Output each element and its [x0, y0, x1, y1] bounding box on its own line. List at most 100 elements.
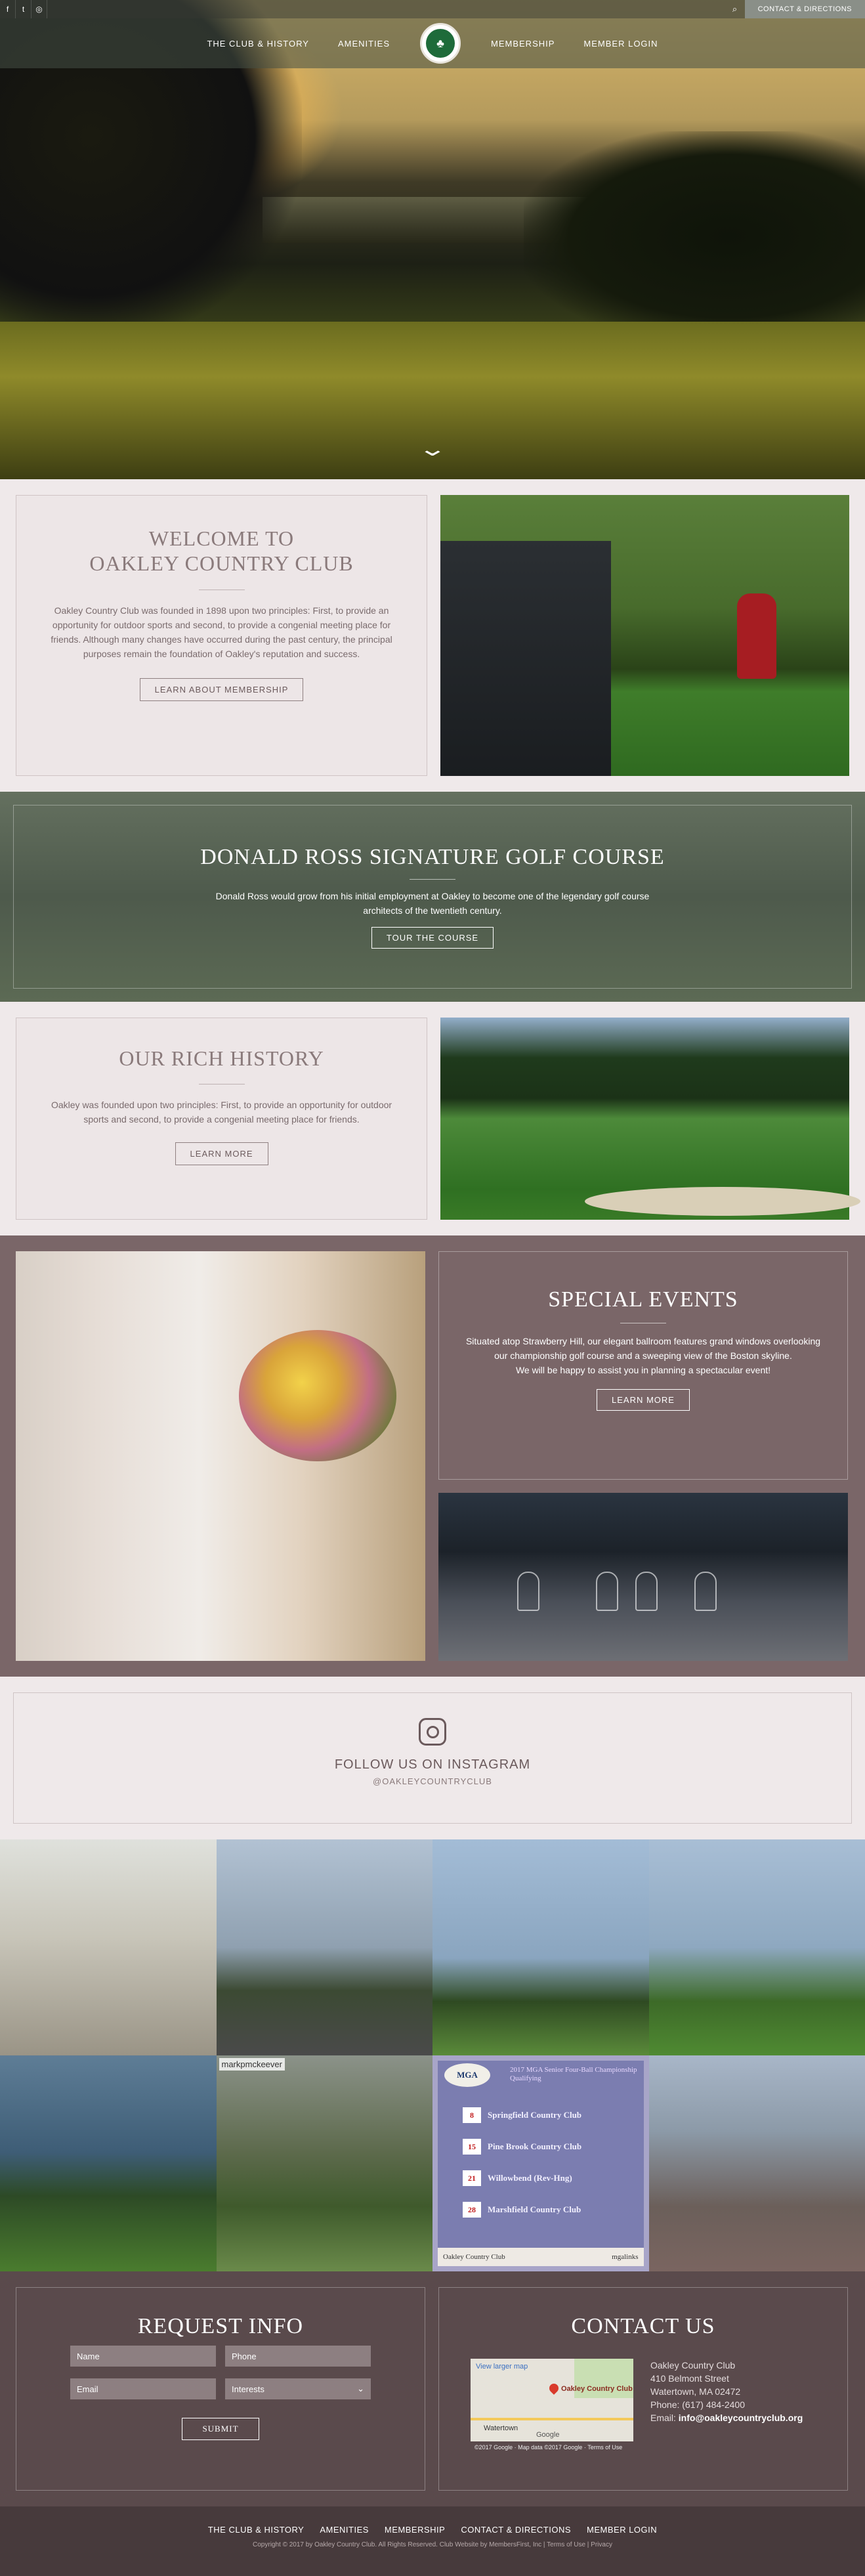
name-field[interactable]: Name	[70, 2346, 216, 2367]
map-copyright: ©2017 Google · Map data ©2017 Google · T…	[475, 2444, 622, 2451]
email-link[interactable]: info@oakleycountryclub.org	[679, 2413, 803, 2423]
map-pin-label: Oakley Country Club	[561, 2385, 633, 2393]
map-town-label: Watertown	[484, 2424, 518, 2432]
instagram-handle[interactable]: @OAKLEYCOUNTRYCLUB	[14, 1776, 851, 1786]
club-crest-logo[interactable]: ♣	[420, 23, 461, 64]
mga-footer: Oakley Country Clubmgalinks	[438, 2248, 644, 2266]
map-road	[471, 2418, 633, 2420]
golf-course-band: DONALD ROSS SIGNATURE GOLF COURSE Donald…	[0, 792, 865, 1002]
footer-link-membership[interactable]: MEMBERSHIP	[385, 2525, 445, 2535]
learn-about-membership-button[interactable]: LEARN ABOUT MEMBERSHIP	[140, 678, 304, 701]
course-photo	[440, 1018, 849, 1220]
mga-event: 21Willowbend (Rev-Hng)	[463, 2170, 620, 2187]
mga-event: 8Springfield Country Club	[463, 2107, 620, 2124]
chevron-down-icon: ⌄	[357, 2384, 364, 2394]
footer-link-club-history[interactable]: THE CLUB & HISTORY	[208, 2525, 305, 2535]
sand-bunker	[585, 1187, 860, 1216]
golf-course-title: DONALD ROSS SIGNATURE GOLF COURSE	[200, 845, 664, 870]
crest-icon: ♣	[426, 29, 455, 58]
twitter-icon[interactable]: t	[16, 0, 32, 18]
request-info-form: Name Phone Email Interests⌄	[16, 2346, 425, 2399]
footer: THE CLUB & HISTORY AMENITIES MEMBERSHIP …	[0, 2506, 865, 2576]
tour-the-course-button[interactable]: TOUR THE COURSE	[371, 927, 494, 949]
instagram-tile[interactable]	[433, 1839, 649, 2055]
bouquet	[239, 1330, 396, 1461]
events-body-2: We will be happy to assist you in planni…	[465, 1363, 821, 1377]
nav-membership[interactable]: MEMBERSHIP	[491, 39, 555, 49]
request-info-card: REQUEST INFO Name Phone Email Interests⌄…	[16, 2287, 425, 2491]
request-info-title: REQUEST INFO	[16, 2314, 425, 2339]
events-section: SPECIAL EVENTS Situated atop Strawberry …	[0, 1235, 865, 1677]
contact-section: REQUEST INFO Name Phone Email Interests⌄…	[0, 2271, 865, 2506]
footer-link-contact-directions[interactable]: CONTACT & DIRECTIONS	[461, 2525, 571, 2535]
instagram-tile[interactable]: MGA 2017 MGA Senior Four-Ball Championsh…	[433, 2055, 649, 2271]
footer-link-member-login[interactable]: MEMBER LOGIN	[587, 2525, 657, 2535]
nav-amenities[interactable]: AMENITIES	[338, 39, 390, 49]
instagram-tile[interactable]: markpmckeever	[217, 2055, 433, 2271]
tree-line	[524, 131, 865, 341]
divider	[410, 879, 455, 880]
instagram-grid: markpmckeever MGA 2017 MGA Senior Four-B…	[0, 1839, 865, 2271]
events-learn-more-button[interactable]: LEARN MORE	[597, 1389, 690, 1411]
mga-event: 28Marshfield Country Club	[463, 2201, 620, 2218]
nav-club-history[interactable]: THE CLUB & HISTORY	[207, 39, 309, 49]
golfer	[737, 593, 776, 679]
wine-glass	[635, 1572, 658, 1611]
mga-schedule-card: MGA 2017 MGA Senior Four-Ball Championsh…	[438, 2061, 644, 2248]
copyright: Copyright © 2017 by Oakley Country Club.…	[0, 2541, 865, 2548]
events-title: SPECIAL EVENTS	[465, 1287, 821, 1312]
city: Watertown, MA 02472	[650, 2385, 803, 2398]
history-learn-more-button[interactable]: LEARN MORE	[175, 1142, 268, 1165]
history-title: OUR RICH HISTORY	[43, 1046, 400, 1071]
history-card: OUR RICH HISTORY Oakley was founded upon…	[16, 1018, 427, 1220]
history-section: OUR RICH HISTORY Oakley was founded upon…	[0, 1018, 865, 1220]
contact-title: CONTACT US	[439, 2314, 847, 2339]
events-body: Situated atop Strawberry Hill, our elega…	[465, 1334, 821, 1363]
phone-field[interactable]: Phone	[225, 2346, 371, 2367]
nav-member-login[interactable]: MEMBER LOGIN	[583, 39, 658, 49]
facebook-icon[interactable]: f	[0, 0, 16, 18]
instagram-tile[interactable]	[649, 1839, 865, 2055]
social-links: f t ◎	[0, 0, 47, 18]
phone[interactable]: Phone: (617) 484-2400	[650, 2398, 803, 2411]
email-line: Email: info@oakleycountryclub.org	[650, 2411, 803, 2424]
club-address: Oakley Country Club 410 Belmont Street W…	[650, 2359, 803, 2441]
location-map[interactable]: View larger map Oakley Country Club Wate…	[471, 2359, 633, 2441]
instagram-tile[interactable]	[0, 1839, 217, 2055]
instagram-tile[interactable]	[0, 2055, 217, 2271]
interests-select[interactable]: Interests⌄	[225, 2378, 371, 2399]
welcome-body: Oakley Country Club was founded in 1898 …	[43, 603, 400, 661]
instagram-tile[interactable]	[217, 1839, 433, 2055]
instagram-tile[interactable]	[649, 2055, 865, 2271]
view-larger-map-link[interactable]: View larger map	[476, 2363, 528, 2371]
wine-glass	[596, 1572, 618, 1611]
instagram-title[interactable]: FOLLOW US ON INSTAGRAM	[14, 1757, 851, 1772]
map-pin-icon[interactable]	[547, 2382, 560, 2395]
search-icon[interactable]: ⌕	[725, 0, 745, 18]
google-logo: Google	[536, 2431, 559, 2439]
welcome-section: WELCOME TOOAKLEY COUNTRY CLUB Oakley Cou…	[0, 495, 865, 776]
ballroom-photo	[438, 1493, 848, 1661]
welcome-title: WELCOME TOOAKLEY COUNTRY CLUB	[43, 526, 400, 576]
wine-glass	[517, 1572, 539, 1611]
main-navigation: THE CLUB & HISTORY AMENITIES ♣ MEMBERSHI…	[0, 18, 865, 68]
instagram-icon[interactable]: ◎	[32, 0, 47, 18]
history-body: Oakley was founded upon two principles: …	[43, 1098, 400, 1127]
club-name: Oakley Country Club	[650, 2359, 803, 2372]
instagram-section: FOLLOW US ON INSTAGRAM @OAKLEYCOUNTRYCLU…	[13, 1692, 852, 1824]
instagram-icon[interactable]	[419, 1718, 446, 1746]
mga-logo: MGA	[444, 2063, 490, 2087]
mga-header: 2017 MGA Senior Four-Ball Championship Q…	[510, 2066, 644, 2083]
email-field[interactable]: Email	[70, 2378, 216, 2399]
submit-button[interactable]: SUBMIT	[182, 2418, 259, 2440]
golf-cart	[440, 541, 611, 776]
golf-course-body: Donald Ross would grow from his initial …	[209, 889, 656, 918]
wedding-photo	[16, 1251, 425, 1661]
utility-bar: f t ◎ ⌕ CONTACT & DIRECTIONS	[0, 0, 865, 18]
contact-directions-button[interactable]: CONTACT & DIRECTIONS	[745, 0, 865, 18]
photo-credit: markpmckeever	[219, 2058, 285, 2071]
mga-event: 15Pine Brook Country Club	[463, 2138, 620, 2155]
scroll-down-chevron-icon[interactable]: ⌄	[403, 441, 462, 458]
footer-link-amenities[interactable]: AMENITIES	[320, 2525, 369, 2535]
golfer-photo	[440, 495, 849, 776]
